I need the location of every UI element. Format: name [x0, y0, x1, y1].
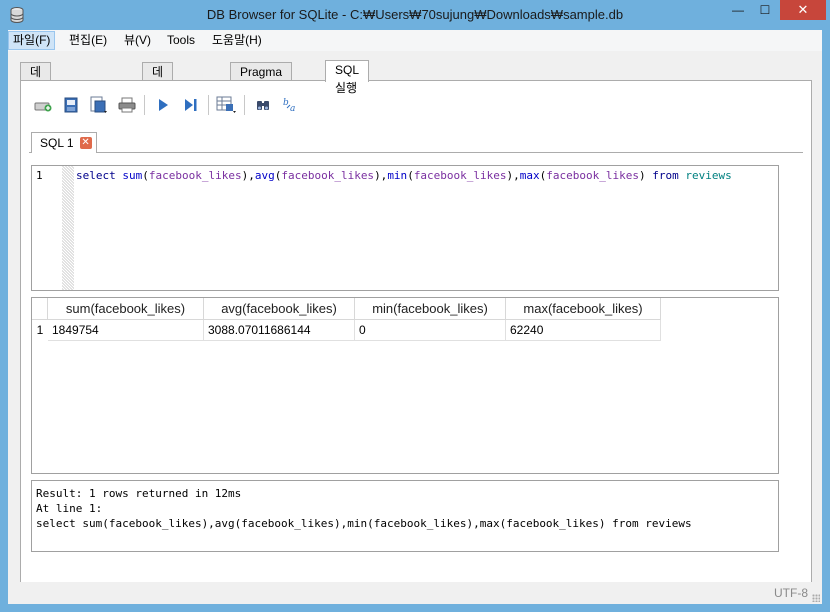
close-button[interactable]: ✕ — [780, 0, 826, 20]
sql-token: avg — [254, 169, 275, 182]
title-bar[interactable]: DB Browser for SQLite - C:₩Users₩70sujun… — [0, 0, 830, 30]
minimize-button[interactable]: — — [725, 0, 751, 20]
sql-token: reviews — [685, 169, 732, 182]
save-results-icon[interactable] — [215, 93, 239, 117]
tab-browse-data[interactable]: 데이터 보기 — [142, 62, 174, 151]
sql-token: facebook_likes — [281, 169, 375, 182]
column-header[interactable]: max(facebook_likes) — [506, 298, 661, 320]
table-cell[interactable]: 1849754 — [48, 320, 204, 341]
sql-token: ), — [374, 169, 388, 182]
menu-file[interactable]: 파일(F) — [8, 31, 56, 50]
sql-token: facebook_likes — [546, 169, 639, 182]
row-header[interactable]: 1 — [32, 320, 48, 341]
sql-token: sum — [122, 169, 143, 182]
resize-grip[interactable] — [812, 594, 820, 602]
app-window: DB Browser for SQLite - C:₩Users₩70sujun… — [0, 0, 830, 612]
sql-token: min — [387, 169, 408, 182]
sql-token: ) — [639, 169, 653, 182]
sql-token: select — [76, 169, 116, 182]
line-number: 1 — [36, 169, 43, 182]
fold-margin — [62, 166, 74, 290]
sql-editor-tab[interactable]: SQL 1 ✕ — [31, 132, 97, 153]
menu-view[interactable]: 뷰(V) — [120, 32, 155, 49]
result-message: Result: 1 rows returned in 12ms — [36, 487, 242, 500]
encoding-label: UTF-8 — [774, 586, 808, 600]
close-tab-icon[interactable]: ✕ — [79, 137, 92, 149]
tab-database-structure[interactable]: 데이터베이스 구조 — [20, 62, 52, 205]
status-bar: UTF-8 — [8, 582, 822, 604]
column-header[interactable]: sum(facebook_likes) — [48, 298, 204, 320]
line-number-gutter: 1 — [32, 166, 74, 290]
sql-token: ), — [506, 169, 520, 182]
tab-edit-pragmas[interactable]: Pragma 수정 — [230, 62, 293, 97]
open-sql-icon[interactable] — [59, 93, 83, 117]
table-cell[interactable]: 62240 — [506, 320, 661, 341]
menu-tools[interactable]: Tools — [163, 32, 199, 49]
table-cell[interactable]: 0 — [355, 320, 506, 341]
maximize-button[interactable]: ☐ — [752, 0, 778, 20]
client-area: 파일(F) 편집(E) 뷰(V) Tools 도움말(H) 데이터베이스 구조 … — [8, 30, 822, 604]
sql-code-line[interactable]: select sum(facebook_likes),avg(facebook_… — [76, 169, 732, 182]
column-header[interactable]: min(facebook_likes) — [355, 298, 506, 320]
open-tab-icon[interactable] — [31, 93, 55, 117]
find-icon[interactable] — [251, 93, 275, 117]
menu-help[interactable]: 도움말(H) — [208, 32, 266, 49]
menu-edit[interactable]: 편집(E) — [65, 32, 111, 49]
sql-token: max — [519, 169, 540, 182]
table-cell[interactable]: 3088.07011686144 — [204, 320, 355, 341]
svg-text:a: a — [290, 104, 295, 114]
sql-tab-label: SQL 1 — [40, 136, 74, 150]
message-pane[interactable]: Result: 1 rows returned in 12ms At line … — [31, 480, 779, 552]
sql-editor[interactable]: 1 select sum(facebook_likes),avg(faceboo… — [31, 165, 779, 291]
sql-token: ( — [407, 169, 414, 182]
toolbar-separator — [144, 95, 145, 115]
window-title: DB Browser for SQLite - C:₩Users₩70sujun… — [206, 7, 624, 22]
toolbar-separator — [244, 95, 245, 115]
results-grid[interactable]: sum(facebook_likes) avg(facebook_likes) … — [31, 297, 779, 474]
sql-token: from — [652, 169, 679, 182]
toolbar-separator — [208, 95, 209, 115]
save-sql-icon[interactable] — [87, 93, 111, 117]
execute-all-icon[interactable] — [151, 93, 175, 117]
executed-query: select sum(facebook_likes),avg(facebook_… — [36, 517, 692, 530]
corner-header[interactable] — [32, 298, 48, 320]
sql-token: ( — [142, 169, 149, 182]
line-message: At line 1: — [36, 502, 103, 515]
sql-token: ), — [241, 169, 255, 182]
print-icon[interactable] — [115, 93, 139, 117]
execute-sql-panel: ba SQL 1 ✕ 1 select sum(facebook_likes),… — [20, 80, 812, 590]
column-header[interactable]: avg(facebook_likes) — [204, 298, 355, 320]
menu-bar: 파일(F) 편집(E) 뷰(V) Tools 도움말(H) — [8, 30, 822, 51]
tab-execute-sql[interactable]: SQL 실행 — [325, 60, 369, 95]
find-replace-icon[interactable]: ba — [279, 93, 303, 117]
sql-token: facebook_likes — [148, 169, 242, 182]
sql-token: facebook_likes — [413, 169, 507, 182]
execute-line-icon[interactable] — [179, 93, 203, 117]
